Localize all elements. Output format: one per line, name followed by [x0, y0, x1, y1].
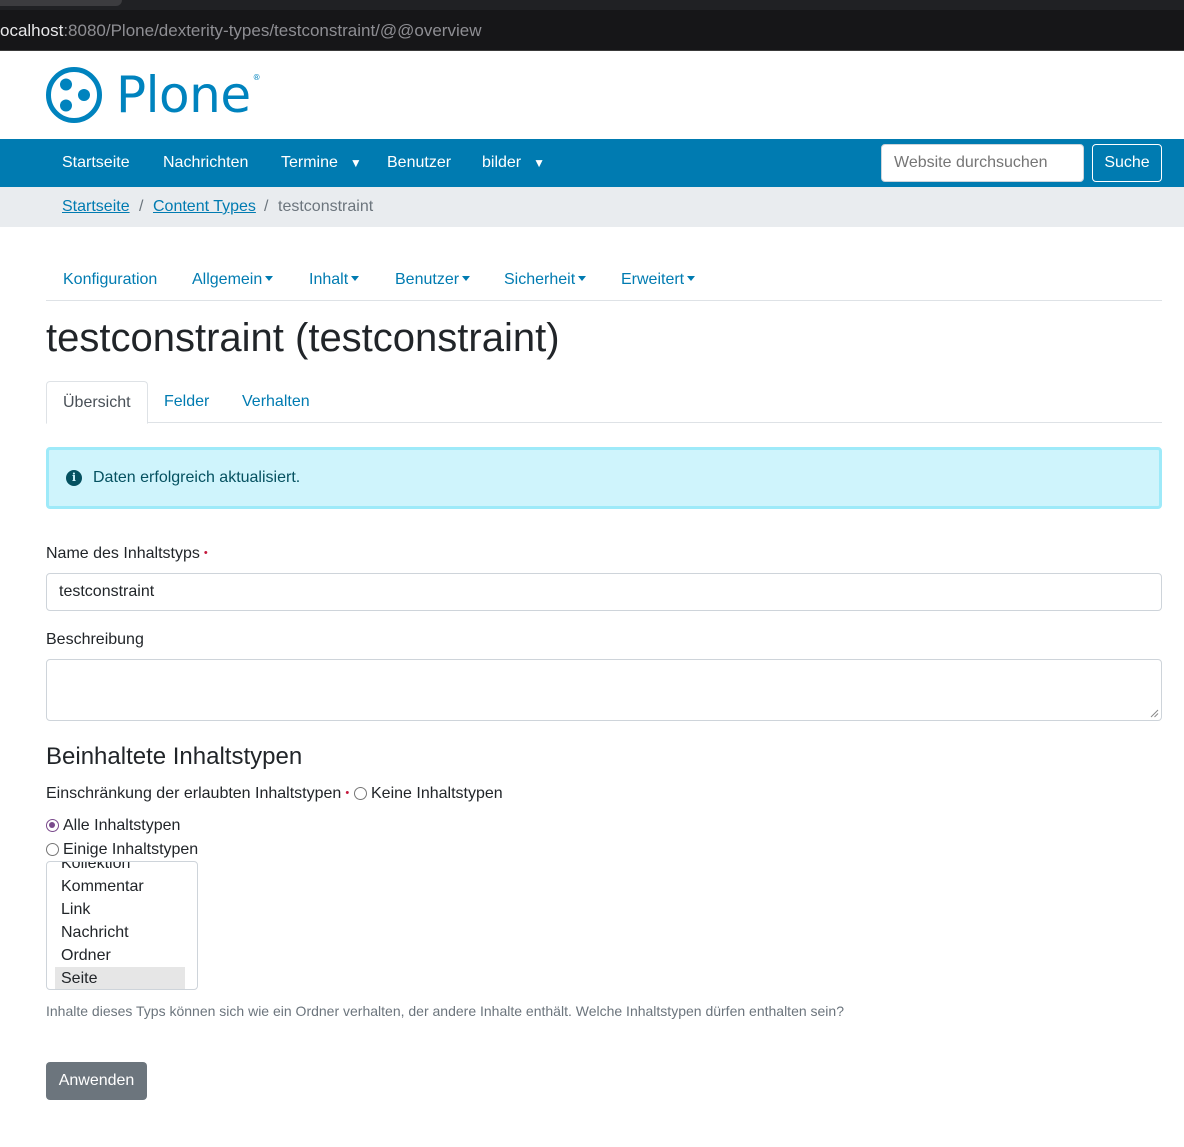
breadcrumb-separator: / [264, 198, 269, 215]
logo-text: Plone ® [116, 66, 261, 124]
tab-felder[interactable]: Felder [148, 381, 225, 423]
tab-bar: Übersicht Felder Verhalten [46, 381, 1162, 424]
radio-option-keine[interactable]: Keine Inhaltstypen [354, 785, 503, 803]
breadcrumb-link-content-types[interactable]: Content Types [153, 198, 256, 216]
description-label: Beschreibung [46, 631, 144, 648]
browser-top-bar [0, 0, 1184, 10]
apply-button[interactable]: Anwenden [46, 1062, 147, 1100]
address-bar[interactable]: ocalhost:8080/Plone/dexterity-types/test… [0, 10, 1184, 51]
help-text: Inhalte dieses Typs können sich wie ein … [46, 1003, 844, 1019]
nav-item-termine[interactable]: Termine ▼ [281, 154, 362, 172]
listbox-option[interactable]: Link [55, 898, 185, 921]
search-button[interactable]: Suche [1092, 144, 1162, 182]
listbox-option[interactable]: Kollektion [55, 862, 185, 875]
listbox-option[interactable]: Kommentar [55, 875, 185, 898]
alert-message: Daten erfolgreich aktualisiert. [93, 469, 301, 486]
url-text[interactable]: ocalhost:8080/Plone/dexterity-types/test… [0, 21, 481, 41]
search-input[interactable] [881, 144, 1084, 182]
dropdown-caret-icon [462, 276, 471, 281]
page-title: testconstraint (testconstraint) [46, 316, 560, 360]
listbox-option[interactable]: Ordner [55, 944, 185, 967]
dropdown-caret-icon [687, 276, 696, 281]
name-field-label: Name des Inhaltstyps • [46, 545, 208, 562]
url-host: ocalhost [0, 21, 64, 40]
radio-button[interactable] [46, 843, 59, 856]
breadcrumb-current: testconstraint [278, 198, 374, 215]
tab-uebersicht[interactable]: Übersicht [46, 381, 148, 424]
breadcrumb: Startseite / Content Types / testconstra… [0, 187, 1184, 227]
cp-nav-allgemein[interactable]: Allgemein [192, 271, 274, 289]
radio-option-einige[interactable]: Einige Inhaltstypen [46, 841, 198, 859]
browser-tab[interactable] [0, 0, 122, 6]
name-field[interactable] [46, 573, 1162, 611]
site-logo[interactable]: Plone ® [46, 66, 261, 124]
description-textarea[interactable] [46, 659, 1162, 721]
radio-button[interactable] [354, 787, 367, 800]
plone-logo-icon [46, 67, 102, 123]
breadcrumb-separator: / [139, 198, 144, 215]
section-title: Beinhaltete Inhaltstypen [46, 743, 303, 770]
status-alert: i Daten erfolgreich aktualisiert. [46, 447, 1162, 509]
cp-nav-konfiguration[interactable]: Konfiguration [63, 271, 157, 289]
caret-down-icon[interactable]: ▼ [533, 156, 545, 170]
url-path: :8080/Plone/dexterity-types/testconstrai… [63, 21, 482, 40]
nav-item-startseite[interactable]: Startseite [62, 154, 130, 172]
required-marker: • [345, 787, 350, 799]
radio-button-checked[interactable] [46, 819, 59, 832]
info-icon: i [66, 470, 82, 486]
cp-nav-sicherheit[interactable]: Sicherheit [504, 271, 587, 289]
control-panel-nav: Konfiguration Allgemein Inhalt Benutzer … [46, 260, 1162, 301]
dropdown-caret-icon [351, 276, 360, 281]
listbox-option-selected[interactable]: Seite [55, 967, 185, 989]
resize-grip-icon[interactable] [1150, 709, 1159, 718]
cp-nav-benutzer[interactable]: Benutzer [395, 271, 471, 289]
nav-item-nachrichten[interactable]: Nachrichten [163, 154, 248, 172]
nav-item-benutzer[interactable]: Benutzer [387, 154, 451, 172]
cp-nav-erweitert[interactable]: Erweitert [621, 271, 696, 289]
required-marker: • [203, 547, 208, 559]
content-types-listbox[interactable]: Kollektion Kommentar Link Nachricht Ordn… [46, 861, 198, 990]
constraint-label: Einschränkung der erlaubten Inhaltstypen… [46, 785, 350, 802]
tab-verhalten[interactable]: Verhalten [226, 381, 326, 423]
breadcrumb-link-startseite[interactable]: Startseite [62, 198, 130, 216]
radio-option-alle[interactable]: Alle Inhaltstypen [46, 817, 180, 835]
dropdown-caret-icon [265, 276, 274, 281]
dropdown-caret-icon [578, 276, 587, 281]
listbox-option[interactable]: Nachricht [55, 921, 185, 944]
nav-item-bilder[interactable]: bilder ▼ [482, 154, 545, 172]
cp-nav-inhalt[interactable]: Inhalt [309, 271, 360, 289]
caret-down-icon[interactable]: ▼ [350, 156, 362, 170]
